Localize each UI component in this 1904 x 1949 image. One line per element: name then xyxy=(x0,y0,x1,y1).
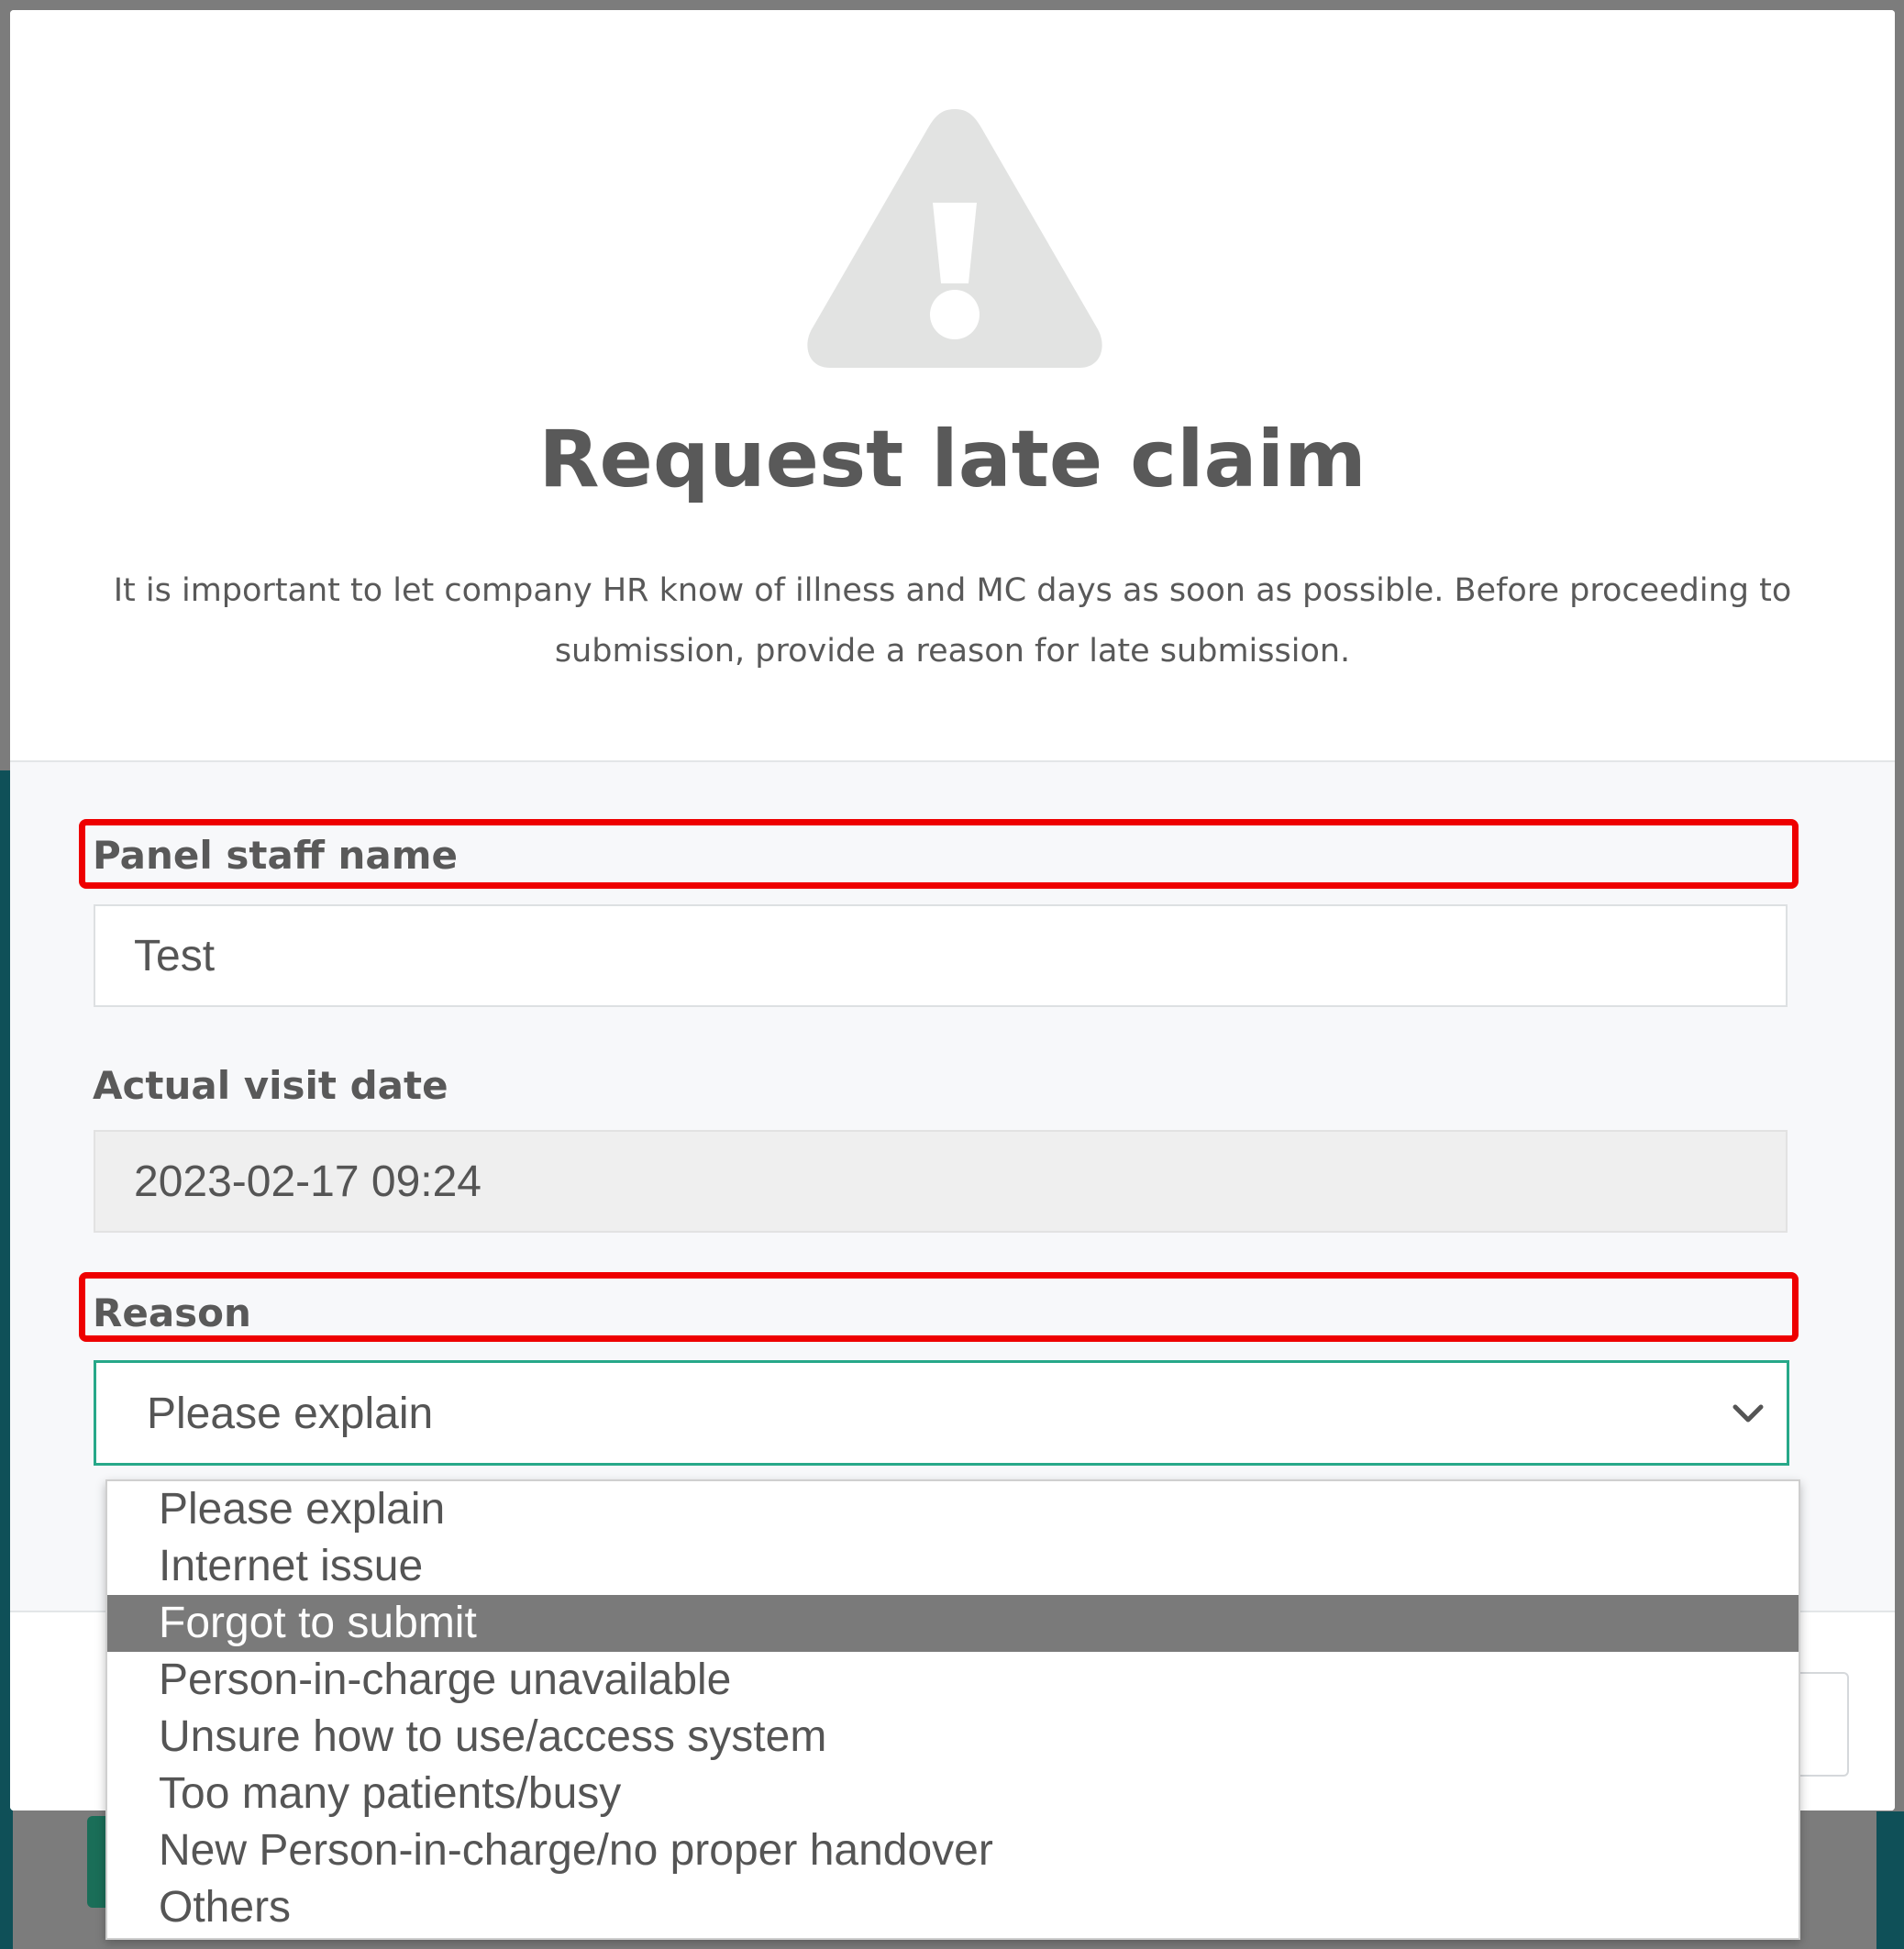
visit-date-label: Actual visit date xyxy=(93,1063,448,1108)
chevron-down-icon xyxy=(1732,1404,1764,1423)
page-title: Request late claim xyxy=(538,414,1367,505)
reason-option-please-explain[interactable]: Please explain xyxy=(107,1481,1799,1538)
warning-triangle-icon xyxy=(807,109,1102,368)
visit-date-input xyxy=(94,1130,1788,1233)
modal-header: Request late claim It is important to le… xyxy=(10,10,1895,762)
reason-label: Reason xyxy=(93,1290,251,1335)
reason-option-too-many-patients[interactable]: Too many patients/busy xyxy=(107,1766,1799,1822)
reason-select-value: Please explain xyxy=(147,1390,434,1438)
staff-name-input[interactable] xyxy=(94,904,1788,1007)
background-right-panel xyxy=(1876,1811,1904,1949)
reason-option-person-in-charge-unavailable[interactable]: Person-in-charge unavailable xyxy=(107,1652,1799,1709)
reason-select[interactable]: Please explain xyxy=(94,1360,1789,1466)
staff-name-label: Panel staff name xyxy=(93,833,458,878)
reason-option-new-person-in-charge[interactable]: New Person-in-charge/no proper handover xyxy=(107,1822,1799,1879)
reason-dropdown-list: Please explain Internet issue Forgot to … xyxy=(105,1479,1800,1940)
reason-option-forgot-to-submit[interactable]: Forgot to submit xyxy=(107,1595,1799,1652)
reason-option-unsure-how-to-use[interactable]: Unsure how to use/access system xyxy=(107,1709,1799,1766)
reason-option-others[interactable]: Others xyxy=(107,1879,1799,1936)
reason-option-internet-issue[interactable]: Internet issue xyxy=(107,1538,1799,1595)
page-description: It is important to let company HR know o… xyxy=(113,572,1792,670)
